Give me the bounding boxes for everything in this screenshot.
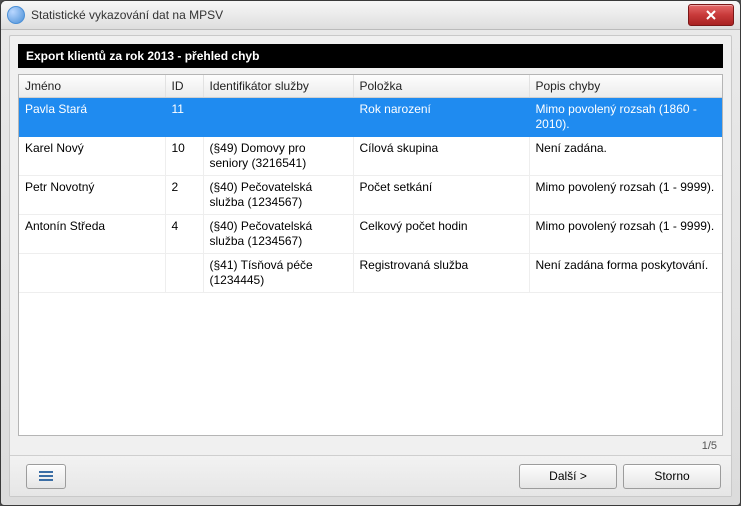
cell-item: Registrovaná služba xyxy=(353,254,529,293)
cell-desc: Mimo povolený rozsah (1 - 9999). xyxy=(529,176,722,215)
table-row[interactable]: Pavla Stará11 Rok narozeníMimo povolený r… xyxy=(19,98,722,137)
cell-service: (§49) Domovy pro seniory (3216541) xyxy=(203,137,353,176)
cell-id: 4 xyxy=(165,215,203,254)
table-row[interactable]: (§41) Tísňová péče (1234445)Registrovaná… xyxy=(19,254,722,293)
cell-desc: Není zadána forma poskytování. xyxy=(529,254,722,293)
cell-item: Cílová skupina xyxy=(353,137,529,176)
app-window: Statistické vykazování dat na MPSV Expor… xyxy=(0,0,741,506)
cell-service: (§41) Tísňová péče (1234445) xyxy=(203,254,353,293)
cell-name: Karel Nový xyxy=(19,137,165,176)
table-row[interactable]: Antonín Středa4(§40) Pečovatelská služba… xyxy=(19,215,722,254)
cell-id xyxy=(165,254,203,293)
close-button[interactable] xyxy=(688,4,734,26)
col-desc[interactable]: Popis chyby xyxy=(529,75,722,98)
error-grid[interactable]: Jméno ID Identifikátor služby Položka Po… xyxy=(18,74,723,436)
cell-service: (§40) Pečovatelská služba (1234567) xyxy=(203,176,353,215)
cell-item: Celkový počet hodin xyxy=(353,215,529,254)
cell-id: 11 xyxy=(165,98,203,137)
list-icon xyxy=(39,471,53,481)
list-view-button[interactable] xyxy=(26,464,66,489)
col-id[interactable]: ID xyxy=(165,75,203,98)
next-button[interactable]: Další > xyxy=(519,464,617,489)
col-item[interactable]: Položka xyxy=(353,75,529,98)
cell-name xyxy=(19,254,165,293)
header-row: Jméno ID Identifikátor služby Položka Po… xyxy=(19,75,722,98)
cell-item: Počet setkání xyxy=(353,176,529,215)
client-area: Export klientů za rok 2013 - přehled chy… xyxy=(9,35,732,497)
close-icon xyxy=(706,10,716,20)
cell-name: Petr Novotný xyxy=(19,176,165,215)
cell-name: Pavla Stará xyxy=(19,98,165,137)
cell-desc: Mimo povolený rozsah (1 - 9999). xyxy=(529,215,722,254)
col-name[interactable]: Jméno xyxy=(19,75,165,98)
cell-id: 2 xyxy=(165,176,203,215)
cell-service xyxy=(203,98,353,137)
cell-desc: Není zadána. xyxy=(529,137,722,176)
window-title: Statistické vykazování dat na MPSV xyxy=(31,8,688,22)
footer: Další > Storno xyxy=(10,455,731,496)
cancel-button[interactable]: Storno xyxy=(623,464,721,489)
pager: 1/5 xyxy=(702,440,717,452)
cell-name: Antonín Středa xyxy=(19,215,165,254)
error-table: Jméno ID Identifikátor služby Položka Po… xyxy=(19,75,722,293)
app-icon xyxy=(7,6,25,24)
cell-item: Rok narození xyxy=(353,98,529,137)
col-service[interactable]: Identifikátor služby xyxy=(203,75,353,98)
table-row[interactable]: Petr Novotný2(§40) Pečovatelská služba (… xyxy=(19,176,722,215)
page-title: Export klientů za rok 2013 - přehled chy… xyxy=(18,44,723,68)
table-row[interactable]: Karel Nový10(§49) Domovy pro seniory (32… xyxy=(19,137,722,176)
titlebar: Statistické vykazování dat na MPSV xyxy=(1,1,740,30)
cell-desc: Mimo povolený rozsah (1860 - 2010). xyxy=(529,98,722,137)
cell-id: 10 xyxy=(165,137,203,176)
cell-service: (§40) Pečovatelská služba (1234567) xyxy=(203,215,353,254)
